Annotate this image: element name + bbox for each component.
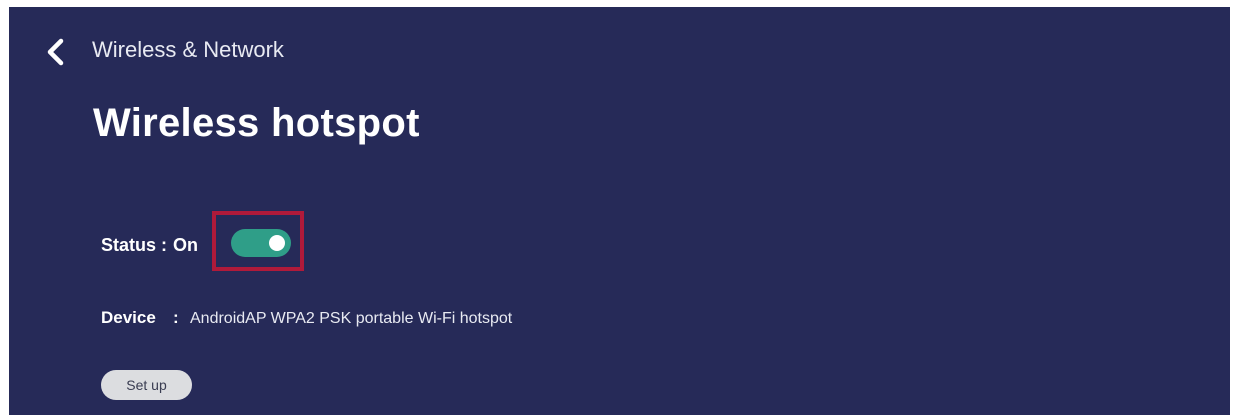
status-label: Status : [101,234,168,255]
breadcrumb: Wireless & Network [92,37,284,62]
back-button[interactable] [39,35,73,69]
page-title: Wireless hotspot [93,101,420,145]
hotspot-toggle[interactable] [231,229,291,257]
toggle-knob [269,235,285,251]
device-separator: : [173,308,179,327]
status-row: Status : On [101,230,198,260]
chevron-left-icon [39,35,73,69]
setup-button[interactable]: Set up [101,370,192,400]
device-value: AndroidAP WPA2 PSK portable Wi-Fi hotspo… [190,310,513,327]
status-value: On [173,234,199,255]
device-label: Device [101,308,156,327]
settings-screen: Wireless & Network Wireless hotspot Stat… [9,7,1230,415]
